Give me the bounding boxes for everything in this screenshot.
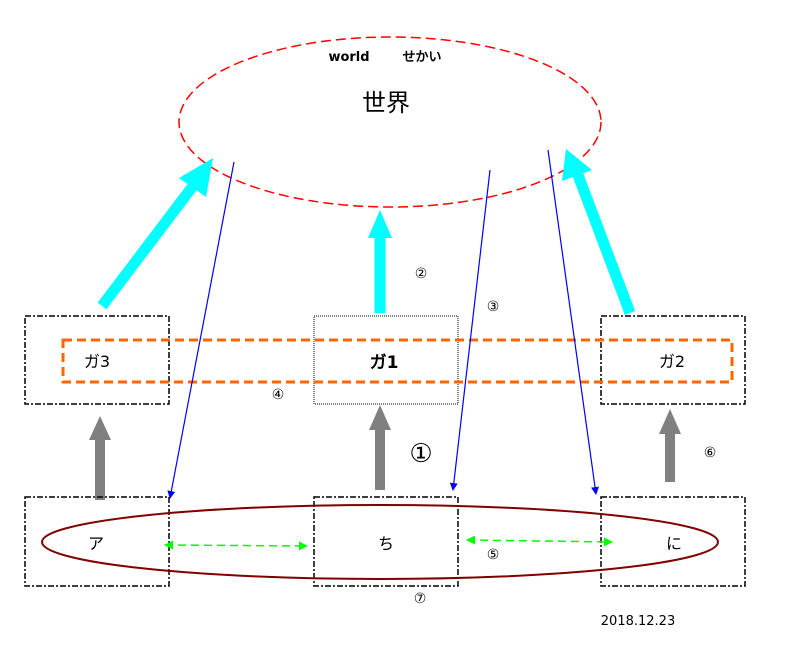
diagram-canvas: world せかい 世界 ガ3 ガ1 ガ2 ア ち に ① ② ③ ④ ⑤ ⑥ … xyxy=(0,0,795,655)
marker-2: ② xyxy=(415,266,428,282)
green-arrow-right xyxy=(466,535,613,547)
label-ni: に xyxy=(666,534,682,553)
marker-3: ③ xyxy=(487,299,500,315)
marker-6: ⑥ xyxy=(704,445,717,461)
label-a: ア xyxy=(88,534,104,553)
marker-5: ⑤ xyxy=(487,547,500,563)
cyan-arrow-left xyxy=(97,158,213,310)
label-ga2: ガ2 xyxy=(659,352,685,371)
gray-arrow-right xyxy=(659,409,681,482)
label-ga3: ガ3 xyxy=(84,352,110,371)
gray-arrow-center xyxy=(369,405,391,490)
label-ga1: ガ1 xyxy=(370,353,399,373)
date-label: 2018.12.23 xyxy=(601,614,675,629)
world-label-kanji: 世界 xyxy=(362,89,410,117)
marker-1: ① xyxy=(409,439,432,469)
world-label-en: world xyxy=(328,50,369,65)
diagram-svg: world せかい 世界 ガ3 ガ1 ガ2 ア ち に ① ② ③ ④ ⑤ ⑥ … xyxy=(24,36,746,629)
gray-arrow-left xyxy=(89,416,111,500)
cyan-arrow-right xyxy=(562,149,636,315)
label-chi: ち xyxy=(378,534,394,553)
green-arrow-left xyxy=(164,540,308,551)
world-ellipse xyxy=(178,36,602,208)
blue-arrow-2 xyxy=(449,169,491,491)
marker-7: ⑦ xyxy=(414,591,427,607)
world-label-kana: せかい xyxy=(402,50,441,65)
cyan-arrow-center xyxy=(368,210,392,313)
marker-4: ④ xyxy=(272,387,285,403)
